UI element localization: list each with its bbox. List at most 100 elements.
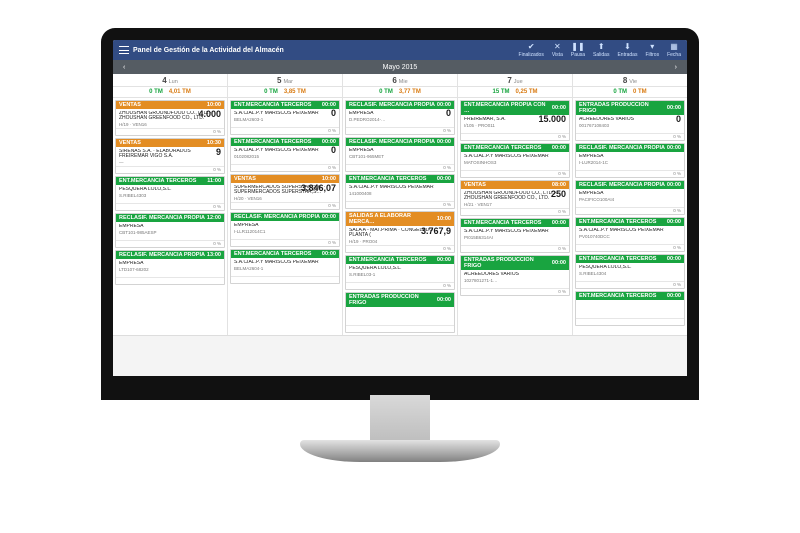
- tool-salidas[interactable]: ⬆Salidas: [593, 43, 609, 58]
- day-header[interactable]: 4 Lun: [113, 74, 227, 87]
- card-footer: [116, 277, 224, 284]
- tool-vista[interactable]: ✕Vista: [552, 43, 563, 58]
- activity-card[interactable]: ENT.MERCANCIA TERCEROS00:00S.A.CIAL.P.Y …: [230, 100, 340, 135]
- card-header: ENTRADAS PRODUCCION FRIGO00:00: [576, 101, 684, 115]
- activity-card[interactable]: ENT.MERCANCIA TERCEROS00:00: [575, 291, 685, 326]
- activity-card[interactable]: VENTAS08:00ZHOUSHAN GROUNDFOOD CO., LTD.…: [460, 180, 570, 216]
- tool-pausa[interactable]: ❚❚Pausa: [571, 43, 585, 58]
- pausa-icon: ❚❚: [573, 43, 583, 51]
- card-body: PESQUERA LOLO,S.L.S.RIBEL03-1: [346, 264, 454, 282]
- card-time: 12:00: [207, 215, 221, 221]
- card-pct: 0 %: [328, 240, 336, 245]
- card-lane: ENTRADAS PRODUCCION FRIGO00:00 ACREEDORES…: [573, 98, 687, 328]
- tool-finalizados[interactable]: ✔Finalizados: [519, 43, 544, 58]
- day-in-total: 0 TM: [149, 89, 163, 95]
- card-time: 00:00: [667, 105, 681, 111]
- finalizados-icon: ✔: [526, 43, 536, 51]
- card-body: ZHOUSHAN GROUNDFOOD CO., LTD. · ZHOUSHAN…: [116, 109, 224, 128]
- activity-card[interactable]: RECLASIF. MERCANCIA PROPIA00:00EMPRESAPA…: [575, 180, 685, 215]
- activity-card[interactable]: ENT.MERCANCIA TERCEROS00:00S.A.CIAL.P.Y …: [575, 217, 685, 252]
- tool-fecha[interactable]: ▦Fecha: [667, 43, 681, 58]
- card-company: ACREEDORES VARIOS: [464, 272, 566, 277]
- card-header: ENT.MERCANCIA TERCEROS00:00: [231, 250, 339, 258]
- card-footer: 0 %: [346, 282, 454, 289]
- card-type: ENT.MERCANCIA TERCEROS: [579, 256, 656, 262]
- activity-card[interactable]: ENT.MERCANCIA TERCEROS00:00PESQUERA LOLO…: [345, 255, 455, 290]
- activity-card[interactable]: ENTRADAS PRODUCCION FRIGO00:00ACREEDORES…: [460, 255, 570, 296]
- activity-card[interactable]: ENT.MERCANCIA TERCEROS00:00S.A.CIAL.P.Y …: [230, 249, 340, 284]
- card-footer: 0 %: [461, 170, 569, 177]
- card-body: S.A.CIAL.P.Y MARISCOS PEIXEMARMATOSINHOS…: [461, 152, 569, 170]
- card-ref: D.PEDRO2014-…: [349, 117, 451, 122]
- activity-card[interactable]: VENTAS10:30SIRENAS S.A. · ELABORADOS FRE…: [115, 138, 225, 174]
- card-company: S.A.CIAL.P.Y MARISCOS PEIXEMAR: [464, 154, 566, 159]
- card-type: RECLASIF. MERCANCIA PROPIA: [579, 182, 665, 188]
- activity-card[interactable]: ENT.MERCANCIA TERCEROS00:00PESQUERA LOLO…: [575, 254, 685, 289]
- day-out-total: 0 TM: [633, 89, 647, 95]
- tool-filtros[interactable]: ▾Filtros: [645, 43, 659, 58]
- day-header[interactable]: 7 Jue: [458, 74, 572, 87]
- day-totals: 0 TM3,77 TM: [343, 87, 457, 98]
- card-body: S.A.CIAL.P.Y MARISCOS PEIXEMARBELMA2603-…: [231, 109, 339, 127]
- activity-card[interactable]: ENTRADAS PRODUCCION FRIGO00:00 ACREEDORES…: [575, 100, 685, 141]
- activity-card[interactable]: RECLASIF. MERCANCIA PROPIA13:00EMPRESALT…: [115, 250, 225, 285]
- card-ref: MATOSINHOS3: [464, 160, 566, 165]
- card-time: 00:00: [437, 139, 451, 145]
- card-time: 10:30: [207, 140, 221, 146]
- monitor-frame: Panel de Gestión de la Actividad del Alm…: [101, 28, 699, 400]
- card-company: SIRENAS S.A. · ELABORADOS FREIREMAR VIGO…: [119, 149, 221, 159]
- day-totals: 15 TM0,25 TM: [458, 87, 572, 98]
- card-ref: H/20 · VEN16: [234, 196, 336, 201]
- day-out-total: 3,77 TM: [399, 89, 421, 95]
- card-ref: H/19 · PRO04: [349, 239, 451, 244]
- card-amount: 0: [331, 108, 336, 118]
- day-header[interactable]: 5 Mar: [228, 74, 342, 87]
- card-company: PESQUERA LOLO,S.L.: [579, 265, 681, 270]
- activity-card[interactable]: VENTAS10:00SUPERMERCADOS SUPERSTAR,S.A. …: [230, 174, 340, 210]
- next-month-button[interactable]: ›: [671, 64, 681, 71]
- activity-card[interactable]: SALIDAS A ELABORAR MERCA…10:00SALA A - M…: [345, 211, 455, 253]
- activity-card[interactable]: ENT.MERCANCIA TERCEROS00:00S.A.CIAL.P.Y …: [345, 174, 455, 209]
- activity-card[interactable]: RECLASIF. MERCANCIA PROPIA00:00EMPRESAI-…: [230, 212, 340, 247]
- activity-card[interactable]: ENT.MERCANCIA PROPIA CON …00:00FREIREMAR…: [460, 100, 570, 141]
- card-lane: VENTAS10:00ZHOUSHAN GROUNDFOOD CO., LTD.…: [113, 98, 227, 287]
- activity-card[interactable]: RECLASIF. MERCANCIA PROPIA12:00EMPRESACB…: [115, 213, 225, 248]
- activity-card[interactable]: ENTRADAS PRODUCCION FRIGO00:00: [345, 292, 455, 333]
- card-time: 10:00: [437, 216, 451, 222]
- card-header: ENTRADAS PRODUCCION FRIGO00:00: [346, 293, 454, 307]
- day-totals: 0 TM0 TM: [573, 87, 687, 98]
- card-ref: I/105 · PRO011: [464, 123, 566, 128]
- card-company: EMPRESA: [234, 223, 336, 228]
- tool-label: Filtros: [645, 52, 659, 58]
- prev-month-button[interactable]: ‹: [119, 64, 129, 71]
- activity-card[interactable]: RECLASIF. MERCANCIA PROPIA00:00EMPRESACB…: [345, 137, 455, 172]
- day-header[interactable]: 6 Mie: [343, 74, 457, 87]
- day-header[interactable]: 8 Vie: [573, 74, 687, 87]
- card-company: ACREEDORES VARIOS: [579, 117, 681, 122]
- card-company: EMPRESA: [119, 261, 221, 266]
- activity-card[interactable]: ENT.MERCANCIA TERCEROS00:00S.A.CIAL.P.Y …: [460, 218, 570, 253]
- activity-card[interactable]: ENT.MERCANCIA TERCEROS00:00S.A.CIAL.P.Y …: [230, 137, 340, 172]
- card-pct: 0 %: [558, 246, 566, 251]
- card-footer: 0 %: [576, 207, 684, 214]
- activity-card[interactable]: RECLASIF. MERCANCIA PROPIA00:00EMPRESAD.…: [345, 100, 455, 135]
- card-footer: 0 %: [461, 288, 569, 295]
- day-column: 8 Vie0 TM0 TM ENTRADAS PRODUCCION FRIGO00…: [573, 74, 687, 335]
- activity-card[interactable]: VENTAS10:00ZHOUSHAN GROUNDFOOD CO., LTD.…: [115, 100, 225, 136]
- tool-label: Fecha: [667, 52, 681, 58]
- day-in-total: 0 TM: [264, 89, 278, 95]
- card-body: SALA A - MAT.PRIMA · CONGELADO PLANTA (H…: [346, 226, 454, 245]
- activity-card[interactable]: RECLASIF. MERCANCIA PROPIA00:00EMPRESAI-…: [575, 143, 685, 178]
- card-company: S.A.CIAL.P.Y MARISCOS PEIXEMAR: [349, 185, 451, 190]
- card-header: RECLASIF. MERCANCIA PROPIA12:00: [116, 214, 224, 222]
- card-body: S.A.CIAL.P.Y MARISCOS PEIXEMARBELMA2604-…: [231, 258, 339, 276]
- activity-card[interactable]: ENT.MERCANCIA TERCEROS00:00S.A.CIAL.P.Y …: [460, 143, 570, 178]
- menu-icon[interactable]: [119, 46, 129, 54]
- card-ref: 1027801271-1…: [464, 278, 566, 283]
- activity-card[interactable]: ENT.MERCANCIA TERCEROS11:00PESQUERA LOLO…: [115, 176, 225, 211]
- card-ref: PV010740DCC: [579, 234, 681, 239]
- tool-entradas[interactable]: ⬇Entradas: [617, 43, 637, 58]
- card-body: PESQUERA LOLO,S.L.S.RIBEL4304: [576, 263, 684, 281]
- card-lane: RECLASIF. MERCANCIA PROPIA00:00EMPRESAD.…: [343, 98, 457, 335]
- card-ref: H/21 · VEN17: [464, 202, 566, 207]
